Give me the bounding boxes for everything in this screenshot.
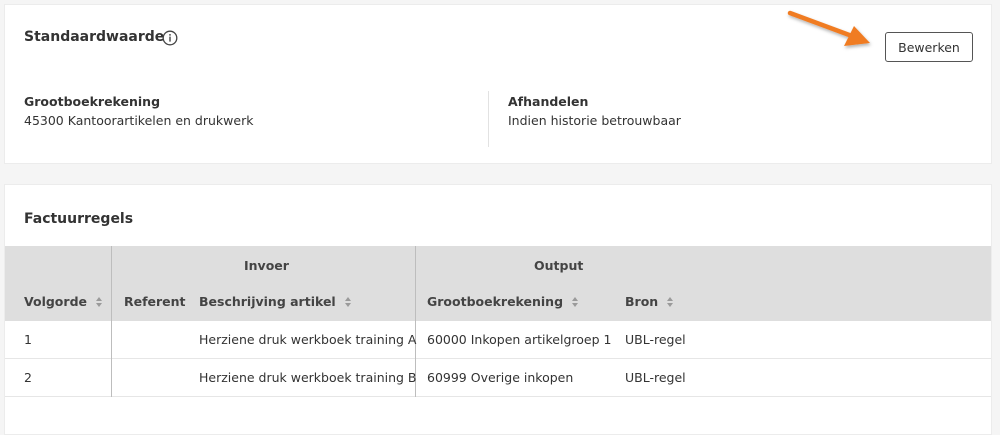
table-row[interactable]: 1 Herziene druk werkboek training A 6000… bbox=[5, 321, 991, 359]
annotation-arrow-icon bbox=[787, 10, 870, 46]
sort-icon[interactable] bbox=[344, 296, 352, 308]
cell-ledger: 60999 Overige inkopen bbox=[427, 370, 574, 385]
default-value-title: Standaardwaarde bbox=[24, 29, 165, 45]
sort-icon[interactable] bbox=[571, 296, 579, 308]
row-divider bbox=[111, 321, 112, 359]
info-circle-icon[interactable] bbox=[162, 30, 178, 46]
table-header: Invoer Output Volgorde Referent Beschrij… bbox=[5, 246, 991, 321]
cell-ledger: 60000 Inkopen artikelgroep 1 bbox=[427, 332, 612, 347]
sort-icon[interactable] bbox=[95, 296, 103, 308]
invoice-lines-title: Factuurregels bbox=[24, 211, 134, 227]
invoice-lines-table: Invoer Output Volgorde Referent Beschrij… bbox=[5, 246, 991, 397]
field-divider bbox=[488, 91, 489, 147]
column-header-order-label: Volgorde bbox=[24, 294, 87, 309]
column-header-source-label: Bron bbox=[625, 294, 659, 309]
handle-label: Afhandelen bbox=[508, 94, 589, 109]
column-header-order[interactable]: Volgorde bbox=[24, 294, 103, 309]
column-header-referent: Referent bbox=[124, 294, 186, 309]
ledger-field: Grootboekrekening 45300 Kantoorartikelen… bbox=[24, 94, 253, 128]
column-header-source[interactable]: Bron bbox=[625, 294, 674, 309]
cell-order: 2 bbox=[24, 370, 32, 385]
cell-source: UBL-regel bbox=[625, 370, 686, 385]
table-row[interactable]: 2 Herziene druk werkboek training B 6099… bbox=[5, 359, 991, 397]
column-header-description[interactable]: Beschrijving artikel bbox=[199, 294, 352, 309]
header-divider bbox=[415, 246, 416, 321]
column-header-description-label: Beschrijving artikel bbox=[199, 294, 336, 309]
cell-description: Herziene druk werkboek training B bbox=[199, 370, 417, 385]
ledger-value: 45300 Kantoorartikelen en drukwerk bbox=[24, 113, 254, 128]
invoice-lines-card: Factuurregels Invoer Output Volgorde Ref… bbox=[4, 184, 992, 435]
edit-button[interactable]: Bewerken bbox=[885, 32, 973, 62]
handle-value: Indien historie betrouwbaar bbox=[508, 113, 681, 128]
handle-field: Afhandelen Indien historie betrouwbaar bbox=[508, 94, 681, 128]
column-header-referent-label: Referent bbox=[124, 294, 186, 309]
cell-source: UBL-regel bbox=[625, 332, 686, 347]
header-divider bbox=[111, 246, 112, 321]
ledger-label: Grootboekrekening bbox=[24, 94, 161, 109]
cell-order: 1 bbox=[24, 332, 32, 347]
column-header-ledger-label: Grootboekrekening bbox=[427, 294, 564, 309]
column-header-ledger[interactable]: Grootboekrekening bbox=[427, 294, 579, 309]
row-divider bbox=[111, 359, 112, 397]
group-header-output: Output bbox=[534, 258, 584, 273]
group-header-input: Invoer bbox=[244, 258, 289, 273]
cell-description: Herziene druk werkboek training A bbox=[199, 332, 417, 347]
sort-icon[interactable] bbox=[666, 296, 674, 308]
